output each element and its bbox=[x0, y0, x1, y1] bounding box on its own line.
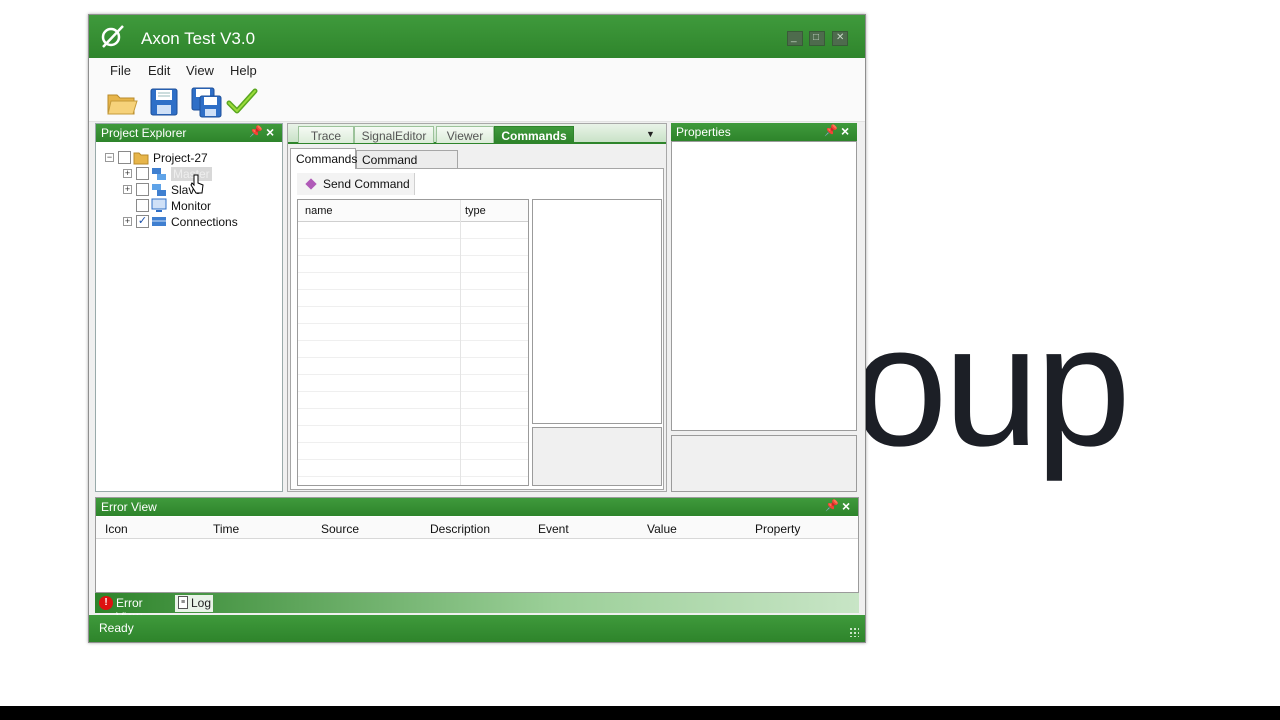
menu-edit[interactable]: Edit bbox=[148, 63, 170, 78]
app-window: Axon Test V3.0 _ □ ✕ File Edit View Help bbox=[88, 14, 866, 643]
close-icon: ✕ bbox=[836, 32, 845, 43]
axon-logo-icon bbox=[101, 25, 124, 48]
master-icon bbox=[152, 168, 166, 180]
title-bar[interactable]: Axon Test V3.0 _ □ ✕ bbox=[89, 15, 865, 58]
tab-log[interactable]: ≡ Log bbox=[175, 595, 213, 612]
document-area: Trace SignalEditor Viewer Commands ▼ Com… bbox=[287, 123, 667, 492]
menu-view[interactable]: View bbox=[186, 63, 214, 78]
tree-label-connections: Connections bbox=[171, 215, 238, 229]
project-explorer-header: Project Explorer 📌 × bbox=[96, 124, 282, 142]
save-icon[interactable] bbox=[148, 86, 180, 118]
tab-commands[interactable]: Commands bbox=[494, 126, 574, 143]
error-view-title: Error View bbox=[101, 500, 157, 514]
tree-checkbox[interactable] bbox=[118, 151, 131, 164]
tree-checkbox-checked[interactable]: ✓ bbox=[136, 215, 149, 228]
column-description[interactable]: Description bbox=[430, 522, 490, 536]
hand-cursor-icon bbox=[190, 174, 204, 194]
tabs-dropdown-icon[interactable]: ▼ bbox=[646, 129, 655, 139]
log-icon: ≡ bbox=[178, 596, 188, 609]
close-panel-icon[interactable]: × bbox=[841, 123, 849, 139]
status-text: Ready bbox=[99, 621, 134, 635]
project-folder-icon bbox=[133, 152, 149, 165]
minimize-button[interactable]: _ bbox=[787, 31, 803, 46]
project-explorer-panel: Project Explorer 📌 × − Project-27 + Mast… bbox=[95, 123, 283, 492]
bottom-black-bar bbox=[0, 706, 1280, 720]
tab-error-view[interactable]: ! Error View bbox=[97, 595, 171, 624]
column-type[interactable]: type bbox=[465, 205, 486, 217]
maximize-icon: □ bbox=[813, 32, 820, 43]
open-folder-icon[interactable] bbox=[106, 86, 138, 118]
tree-item-connections[interactable]: + ✓ Connections bbox=[123, 214, 273, 230]
error-view-panel: Error View 📌 × Icon Time Source Descript… bbox=[95, 497, 859, 593]
column-name[interactable]: name bbox=[305, 205, 333, 217]
properties-panel: Properties 📌 × bbox=[671, 123, 859, 492]
grid-header: name type bbox=[298, 200, 528, 222]
tree-checkbox[interactable] bbox=[136, 199, 149, 212]
tab-log-label: Log bbox=[191, 596, 212, 610]
slave-icon bbox=[152, 184, 166, 196]
subtab-commands[interactable]: Commands bbox=[290, 148, 357, 169]
command-detail-pane[interactable] bbox=[532, 199, 662, 424]
error-icon: ! bbox=[99, 596, 113, 610]
send-command-icon bbox=[305, 178, 317, 190]
command-help-pane bbox=[532, 427, 662, 486]
tree-label-monitor: Monitor bbox=[171, 199, 212, 213]
tree-label-project: Project-27 bbox=[153, 151, 208, 165]
column-property[interactable]: Property bbox=[755, 522, 800, 536]
status-bar: Ready bbox=[89, 615, 865, 642]
close-panel-icon[interactable]: × bbox=[266, 124, 274, 140]
bottom-tab-strip: ! Error View ≡ Log bbox=[95, 593, 859, 624]
properties-description bbox=[671, 435, 857, 492]
pin-icon[interactable]: 📌 bbox=[824, 124, 838, 137]
properties-header: Properties 📌 × bbox=[671, 123, 857, 141]
project-explorer-title: Project Explorer bbox=[101, 126, 187, 140]
document-tabs: Trace SignalEditor Viewer Commands ▼ bbox=[288, 124, 666, 144]
column-source[interactable]: Source bbox=[321, 522, 359, 536]
close-panel-icon[interactable]: × bbox=[842, 498, 850, 514]
commands-grid[interactable]: name type bbox=[297, 199, 529, 486]
save-all-icon[interactable] bbox=[190, 86, 222, 118]
tab-trace[interactable]: Trace bbox=[298, 126, 354, 143]
tab-signal-editor[interactable]: SignalEditor bbox=[354, 126, 434, 143]
commands-content: Send Command name type bbox=[290, 168, 664, 490]
column-icon[interactable]: Icon bbox=[105, 522, 128, 536]
expand-icon[interactable]: + bbox=[123, 217, 132, 226]
properties-grid[interactable] bbox=[671, 141, 857, 431]
column-value[interactable]: Value bbox=[647, 522, 677, 536]
menu-help[interactable]: Help bbox=[230, 63, 257, 78]
tree-checkbox[interactable] bbox=[136, 167, 149, 180]
send-command-button[interactable]: Send Command bbox=[297, 173, 415, 195]
send-command-label: Send Command bbox=[323, 177, 410, 191]
tree-item-monitor[interactable]: Monitor bbox=[123, 198, 273, 214]
connections-icon bbox=[152, 217, 166, 226]
error-columns: Icon Time Source Description Event Value… bbox=[96, 517, 858, 539]
toolbar bbox=[89, 82, 865, 122]
window-title: Axon Test V3.0 bbox=[141, 29, 256, 48]
command-sub-tabs: Commands Command Avanced bbox=[290, 148, 664, 181]
column-event[interactable]: Event bbox=[538, 522, 569, 536]
expand-icon[interactable]: + bbox=[123, 169, 132, 178]
column-time[interactable]: Time bbox=[213, 522, 239, 536]
close-button[interactable]: ✕ bbox=[832, 31, 848, 46]
expand-icon[interactable]: + bbox=[123, 185, 132, 194]
menu-bar: File Edit View Help bbox=[89, 58, 865, 82]
tree-checkbox[interactable] bbox=[136, 183, 149, 196]
grid-rows[interactable] bbox=[298, 222, 528, 485]
menu-file[interactable]: File bbox=[110, 63, 131, 78]
tab-viewer[interactable]: Viewer bbox=[436, 126, 494, 143]
subtab-command-avanced[interactable]: Command Avanced bbox=[356, 150, 458, 181]
pin-icon[interactable]: 📌 bbox=[249, 125, 263, 138]
properties-title: Properties bbox=[676, 125, 731, 139]
resize-grip-icon[interactable] bbox=[849, 627, 859, 637]
monitor-icon bbox=[151, 198, 167, 212]
grid-column-divider bbox=[460, 200, 461, 485]
pin-icon[interactable]: 📌 bbox=[825, 499, 839, 512]
background-word: oup bbox=[852, 290, 1131, 482]
minimize-icon: _ bbox=[791, 32, 797, 43]
tree-item-project[interactable]: − Project-27 bbox=[105, 150, 275, 166]
validate-check-icon[interactable] bbox=[226, 86, 258, 118]
error-view-header: Error View 📌 × bbox=[96, 498, 858, 516]
maximize-button[interactable]: □ bbox=[809, 31, 825, 46]
collapse-icon[interactable]: − bbox=[105, 153, 114, 162]
